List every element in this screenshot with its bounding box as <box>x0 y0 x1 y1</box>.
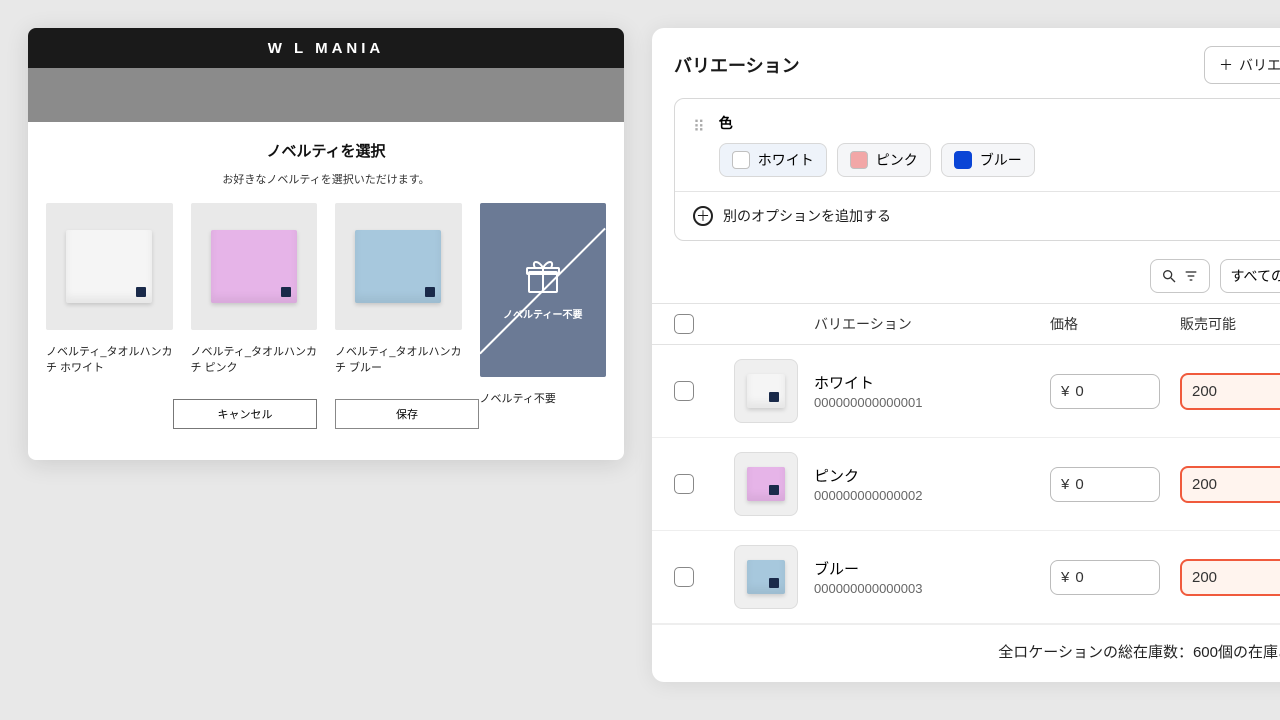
table-row: ホワイト 000000000000001 ¥ 0 200 <box>652 345 1280 438</box>
filter-icon <box>1183 268 1199 284</box>
no-gift-tile: ノベルティー不要 <box>480 203 607 377</box>
add-variation-button[interactable]: ＋ バリエー <box>1204 46 1280 84</box>
chip-label: ブルー <box>980 150 1022 170</box>
novelty-option[interactable]: ノベルティ_タオルハンカチ ピンク <box>191 203 318 377</box>
variations-heading: バリエーション <box>674 52 800 78</box>
option-group: ⠿ 色 ホワイト ピンク ブルー <box>674 98 1280 241</box>
novelty-label: ノベルティ_タオルハンカチ ピンク <box>191 330 318 377</box>
stock-input[interactable]: 200 <box>1180 559 1280 596</box>
towel-icon-pink <box>747 467 785 500</box>
novelty-label: ノベルティ不要 <box>480 377 607 408</box>
modal-title: ノベルティを選択 <box>28 122 624 171</box>
col-price: 価格 <box>1050 314 1180 334</box>
variant-sku: 000000000000001 <box>814 395 1050 410</box>
price-value: 0 <box>1075 476 1083 493</box>
option-value-chip[interactable]: ブルー <box>941 143 1035 177</box>
swatch-icon <box>732 151 750 169</box>
store-brand-bar: W L MANIA <box>28 28 624 68</box>
table-row: ブルー 000000000000003 ¥ 0 200 <box>652 531 1280 624</box>
towel-icon-blue <box>747 560 785 593</box>
variations-panel: バリエーション ＋ バリエー ⠿ 色 ホワイト ピンク <box>652 28 1280 682</box>
stock-input[interactable]: 200 <box>1180 466 1280 503</box>
location-filter-button[interactable]: すべてのロ <box>1220 259 1280 293</box>
option-value-chip[interactable]: ピンク <box>837 143 931 177</box>
price-value: 0 <box>1075 569 1083 586</box>
novelty-option[interactable]: ノベルティ_タオルハンカチ ブルー <box>335 203 462 377</box>
chip-label: ピンク <box>876 150 918 170</box>
variant-sku: 000000000000002 <box>814 488 1050 503</box>
swatch-icon <box>850 151 868 169</box>
variant-name: ホワイト <box>814 372 1050 393</box>
towel-icon-pink <box>211 230 297 303</box>
variation-rows: ホワイト 000000000000001 ¥ 0 200 ピンク 0000000… <box>652 345 1280 624</box>
variant-thumb[interactable] <box>734 452 798 516</box>
currency-symbol: ¥ <box>1061 383 1069 400</box>
table-row: ピンク 000000000000002 ¥ 0 200 <box>652 438 1280 531</box>
cancel-button[interactable]: キャンセル <box>173 399 317 429</box>
option-name: 色 <box>719 113 1280 133</box>
row-checkbox[interactable] <box>674 381 694 401</box>
col-available: 販売可能 <box>1180 314 1280 334</box>
novelty-thumb <box>191 203 318 330</box>
chip-label: ホワイト <box>758 150 814 170</box>
drag-handle-icon[interactable]: ⠿ <box>693 113 705 137</box>
plus-circle-icon: ＋ <box>693 206 713 226</box>
list-toolbar: すべてのロ <box>652 255 1280 303</box>
option-value-chip[interactable]: ホワイト <box>719 143 827 177</box>
variations-header: バリエーション ＋ バリエー <box>652 28 1280 98</box>
novelty-option[interactable]: ノベルティ_タオルハンカチ ホワイト <box>46 203 173 377</box>
no-gift-label: ノベルティー不要 <box>503 306 582 321</box>
variant-thumb[interactable] <box>734 359 798 423</box>
towel-icon-blue <box>355 230 441 303</box>
variant-sku: 000000000000003 <box>814 581 1050 596</box>
col-variation: バリエーション <box>814 314 1050 334</box>
novelty-label: ノベルティ_タオルハンカチ ブルー <box>335 330 462 377</box>
table-header: バリエーション 価格 販売可能 <box>652 303 1280 345</box>
gift-icon <box>523 258 563 296</box>
price-value: 0 <box>1075 383 1083 400</box>
store-subnav <box>28 68 624 122</box>
swatch-icon <box>954 151 972 169</box>
modal-subtitle: お好きなノベルティを選択いただけます。 <box>28 171 624 203</box>
plus-icon: ＋ <box>1219 55 1233 75</box>
save-button[interactable]: 保存 <box>335 399 479 429</box>
select-all-checkbox[interactable] <box>674 314 694 334</box>
storefront-modal: W L MANIA ノベルティを選択 お好きなノベルティを選択いただけます。 ノ… <box>28 28 624 460</box>
novelty-thumb <box>46 203 173 330</box>
variant-name: ブルー <box>814 558 1050 579</box>
towel-icon-white <box>747 374 785 407</box>
variant-thumb[interactable] <box>734 545 798 609</box>
search-icon <box>1161 268 1177 284</box>
towel-icon-white <box>66 230 152 303</box>
store-brand: W L MANIA <box>268 40 385 57</box>
currency-symbol: ¥ <box>1061 476 1069 493</box>
stock-input[interactable]: 200 <box>1180 373 1280 410</box>
add-option-label: 別のオプションを追加する <box>723 206 891 226</box>
variant-name: ピンク <box>814 465 1050 486</box>
add-variation-label: バリエー <box>1239 55 1280 75</box>
row-checkbox[interactable] <box>674 567 694 587</box>
inventory-total: 全ロケーションの総在庫数：600個の在庫あり <box>652 624 1280 682</box>
novelty-options: ノベルティ_タオルハンカチ ホワイト ノベルティ_タオルハンカチ ピンク ノベル… <box>28 203 624 377</box>
currency-symbol: ¥ <box>1061 569 1069 586</box>
price-input[interactable]: ¥ 0 <box>1050 467 1160 502</box>
novelty-thumb <box>335 203 462 330</box>
novelty-label: ノベルティ_タオルハンカチ ホワイト <box>46 330 173 377</box>
location-filter-label: すべてのロ <box>1231 266 1280 286</box>
search-filter-button[interactable] <box>1150 259 1210 293</box>
price-input[interactable]: ¥ 0 <box>1050 560 1160 595</box>
price-input[interactable]: ¥ 0 <box>1050 374 1160 409</box>
row-checkbox[interactable] <box>674 474 694 494</box>
add-option-button[interactable]: ＋ 別のオプションを追加する <box>675 191 1280 240</box>
option-values: ホワイト ピンク ブルー <box>719 143 1280 177</box>
novelty-option-none[interactable]: ノベルティー不要 ノベルティ不要 <box>480 203 607 377</box>
